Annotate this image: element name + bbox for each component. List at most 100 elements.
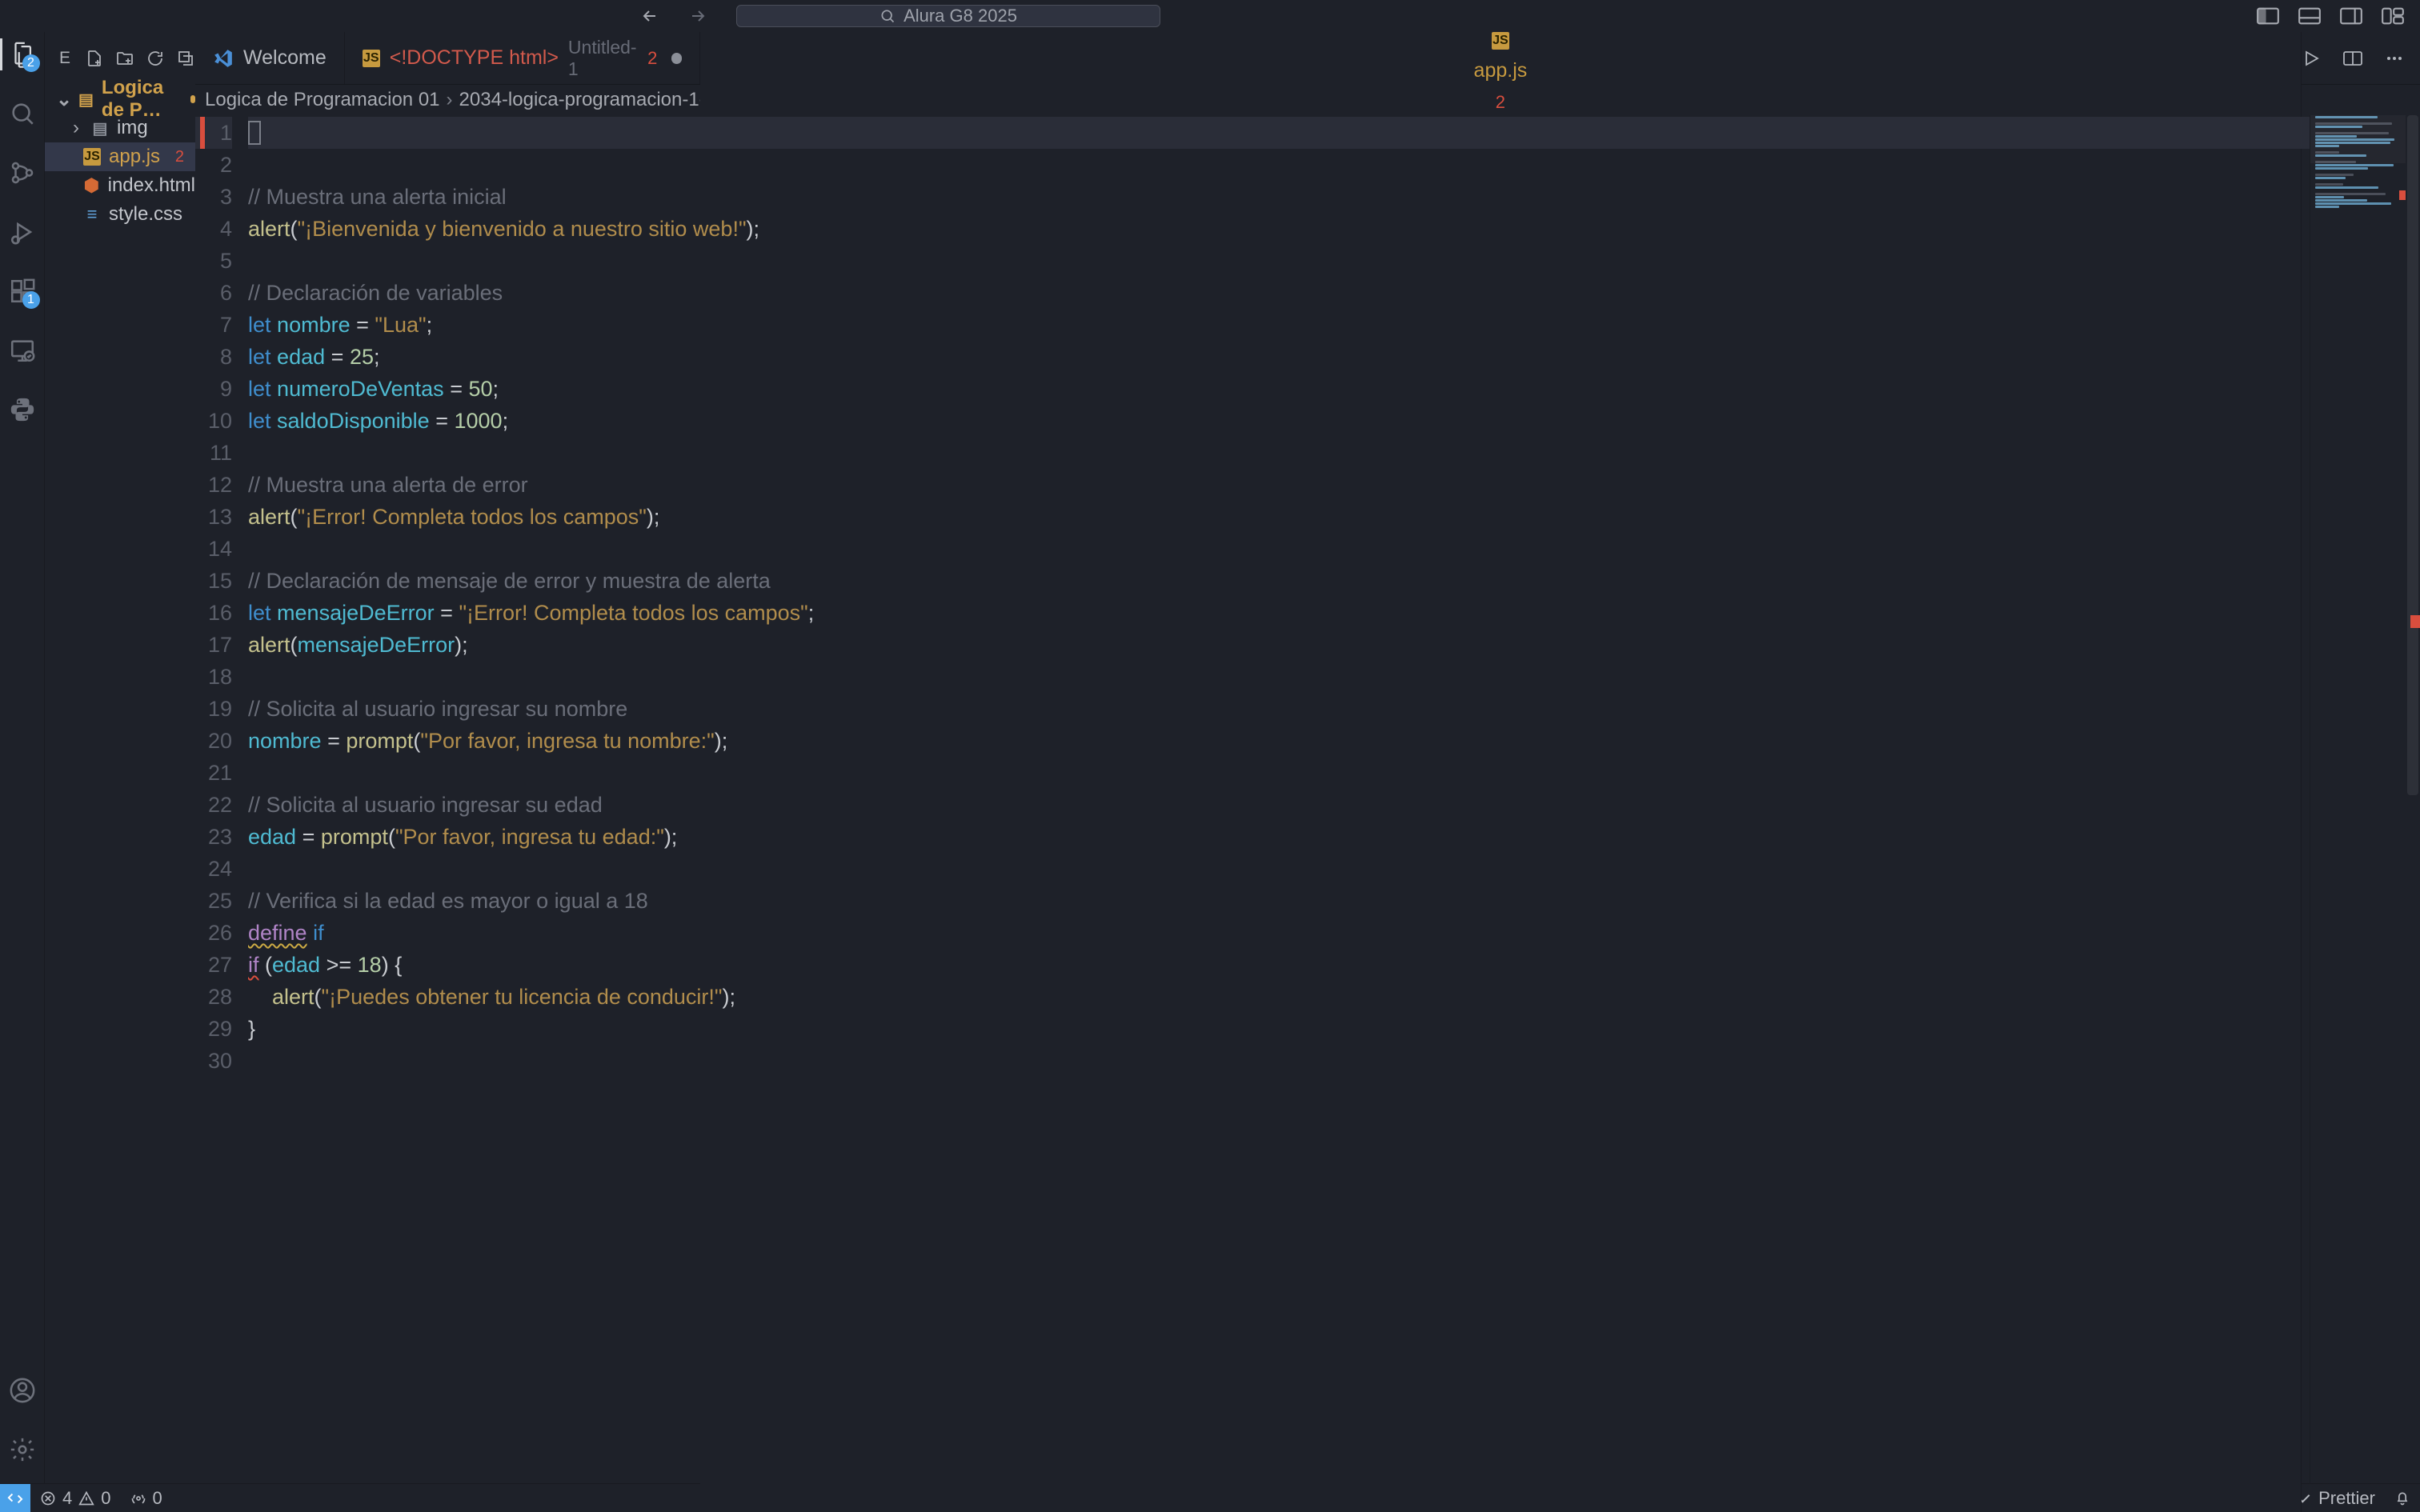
command-center-search[interactable]: Alura G8 2025 [736,5,1160,27]
tab-sublabel: Untitled-1 [568,37,638,80]
overview-ruler-error [2410,615,2420,628]
tab-problem-count: 2 [1496,92,1505,113]
vscode-icon [213,48,234,69]
code-line[interactable]: // Muestra una alerta de error [248,469,2310,501]
activity-python[interactable] [0,392,45,427]
line-number-gutter: 1234567891011121314151617181920212223242… [195,115,245,1483]
code-line[interactable] [248,853,2310,885]
chevron-right-icon: › [447,89,453,111]
code-line[interactable]: alert("¡Puedes obtener tu licencia de co… [248,981,2310,1013]
explorer-badge: 2 [22,54,40,72]
code-line[interactable] [248,117,2310,149]
code-line[interactable] [248,1045,2310,1077]
js-file-icon: JS [363,50,380,67]
minimap-viewport[interactable] [2310,115,2406,163]
explorer-collapse-button[interactable] [176,49,195,68]
explorer-new-file-button[interactable] [85,49,104,68]
code-line[interactable] [248,437,2310,469]
activity-search[interactable] [0,96,45,131]
code-line[interactable] [248,245,2310,277]
editor-scrollbar[interactable] [2406,115,2420,1483]
title-bar: Alura G8 2025 [0,0,2420,32]
tree-file[interactable]: ≡style.css [45,200,195,229]
code-line[interactable]: let mensajeDeError = "¡Error! Completa t… [248,597,2310,629]
code-line[interactable]: } [248,1013,2310,1045]
ports-count: 0 [153,1488,162,1509]
search-placeholder: Alura G8 2025 [903,6,1017,26]
chevron-down-icon: ⌄ [56,88,70,111]
tab-label: Welcome [243,46,327,70]
status-problems[interactable]: 4 0 [30,1484,121,1512]
code-content[interactable]: // Muestra una alerta inicialalert("¡Bie… [245,115,2310,1483]
editor-tabs: Welcome JS <!DOCTYPE html> Untitled-1 2 … [195,32,2420,85]
tab-label: <!DOCTYPE html> [390,46,559,70]
status-ports[interactable]: 0 [121,1484,172,1512]
code-line[interactable]: let numeroDeVentas = 50; [248,373,2310,405]
editor-more-button[interactable] [2385,49,2404,68]
code-line[interactable]: alert("¡Error! Completa todos los campos… [248,501,2310,533]
explorer-new-folder-button[interactable] [115,49,134,68]
activity-accounts[interactable] [0,1373,45,1408]
code-line[interactable]: alert(mensajeDeError); [248,629,2310,661]
tab-untitled-html[interactable]: JS <!DOCTYPE html> Untitled-1 2 [345,32,700,84]
code-line[interactable]: // Muestra una alerta inicial [248,181,2310,213]
file-tree: ⌄ ▤ Logica de P… ›▤imgJSapp.js2⬢index.ht… [45,85,195,229]
code-line[interactable]: if (edad >= 18) { [248,949,2310,981]
activity-source-control[interactable] [0,155,45,190]
tab-welcome[interactable]: Welcome [195,32,345,84]
code-line[interactable] [248,661,2310,693]
scrollbar-thumb[interactable] [2407,115,2418,795]
explorer-title: E [59,49,70,68]
explorer-sidebar: E ⌄ ▤ Logica de P… ›▤imgJSapp.js2⬢index.… [45,32,195,1483]
code-line[interactable]: define if [248,917,2310,949]
editor-group: Welcome JS <!DOCTYPE html> Untitled-1 2 … [195,32,2420,1483]
activity-explorer[interactable]: 2 [0,37,45,72]
nav-back-button[interactable] [640,6,659,26]
activity-bar: 2 1 [0,32,45,1483]
code-line[interactable] [248,757,2310,789]
code-line[interactable]: edad = prompt("Por favor, ingresa tu eda… [248,821,2310,853]
activity-extensions[interactable]: 1 [0,274,45,309]
text-editor[interactable]: 1234567891011121314151617181920212223242… [195,115,2420,1483]
tree-file[interactable]: ⬢index.html [45,171,195,200]
nav-forward-button [688,6,707,26]
code-line[interactable]: nombre = prompt("Por favor, ingresa tu n… [248,725,2310,757]
layout-panel-button[interactable] [2298,6,2321,26]
split-editor-button[interactable] [2343,49,2362,68]
run-file-button[interactable] [2302,49,2321,68]
modified-indicator-icon [190,95,195,103]
code-line[interactable]: let saldoDisponible = 1000; [248,405,2310,437]
activity-debug[interactable] [0,214,45,250]
tree-folder[interactable]: ›▤img [45,114,195,142]
activity-settings[interactable] [0,1432,45,1467]
code-line[interactable]: // Solicita al usuario ingresar su nombr… [248,693,2310,725]
unsaved-indicator-icon [671,53,681,64]
remote-indicator[interactable] [0,1484,30,1512]
breadcrumb-item[interactable]: Logica de Programacion 01 [205,89,440,111]
code-line[interactable]: let edad = 25; [248,341,2310,373]
code-line[interactable]: // Verifica si la edad es mayor o igual … [248,885,2310,917]
minimap[interactable] [2310,115,2406,1483]
tree-root-folder[interactable]: ⌄ ▤ Logica de P… [45,85,195,114]
js-file-icon: JS [83,148,101,166]
html-file-icon: ⬢ [83,177,100,194]
activity-remote-explorer[interactable] [0,333,45,368]
error-count: 4 [62,1488,72,1509]
tab-label: app.js [1474,59,1528,82]
layout-customize-button[interactable] [2382,6,2404,26]
css-file-icon: ≡ [83,206,101,223]
layout-secondary-sidebar-button[interactable] [2340,6,2362,26]
tree-file[interactable]: JSapp.js2 [45,142,195,171]
code-line[interactable]: // Declaración de mensaje de error y mue… [248,565,2310,597]
folder-icon: ▤ [91,119,109,137]
code-line[interactable]: alert("¡Bienvenida y bienvenido a nuestr… [248,213,2310,245]
explorer-refresh-button[interactable] [146,49,165,68]
code-line[interactable] [248,533,2310,565]
status-notifications[interactable] [2385,1484,2420,1512]
code-line[interactable] [248,149,2310,181]
tab-problem-count: 2 [647,48,657,69]
code-line[interactable]: let nombre = "Lua"; [248,309,2310,341]
code-line[interactable]: // Declaración de variables [248,277,2310,309]
code-line[interactable]: // Solicita al usuario ingresar su edad [248,789,2310,821]
layout-primary-sidebar-button[interactable] [2257,6,2279,26]
